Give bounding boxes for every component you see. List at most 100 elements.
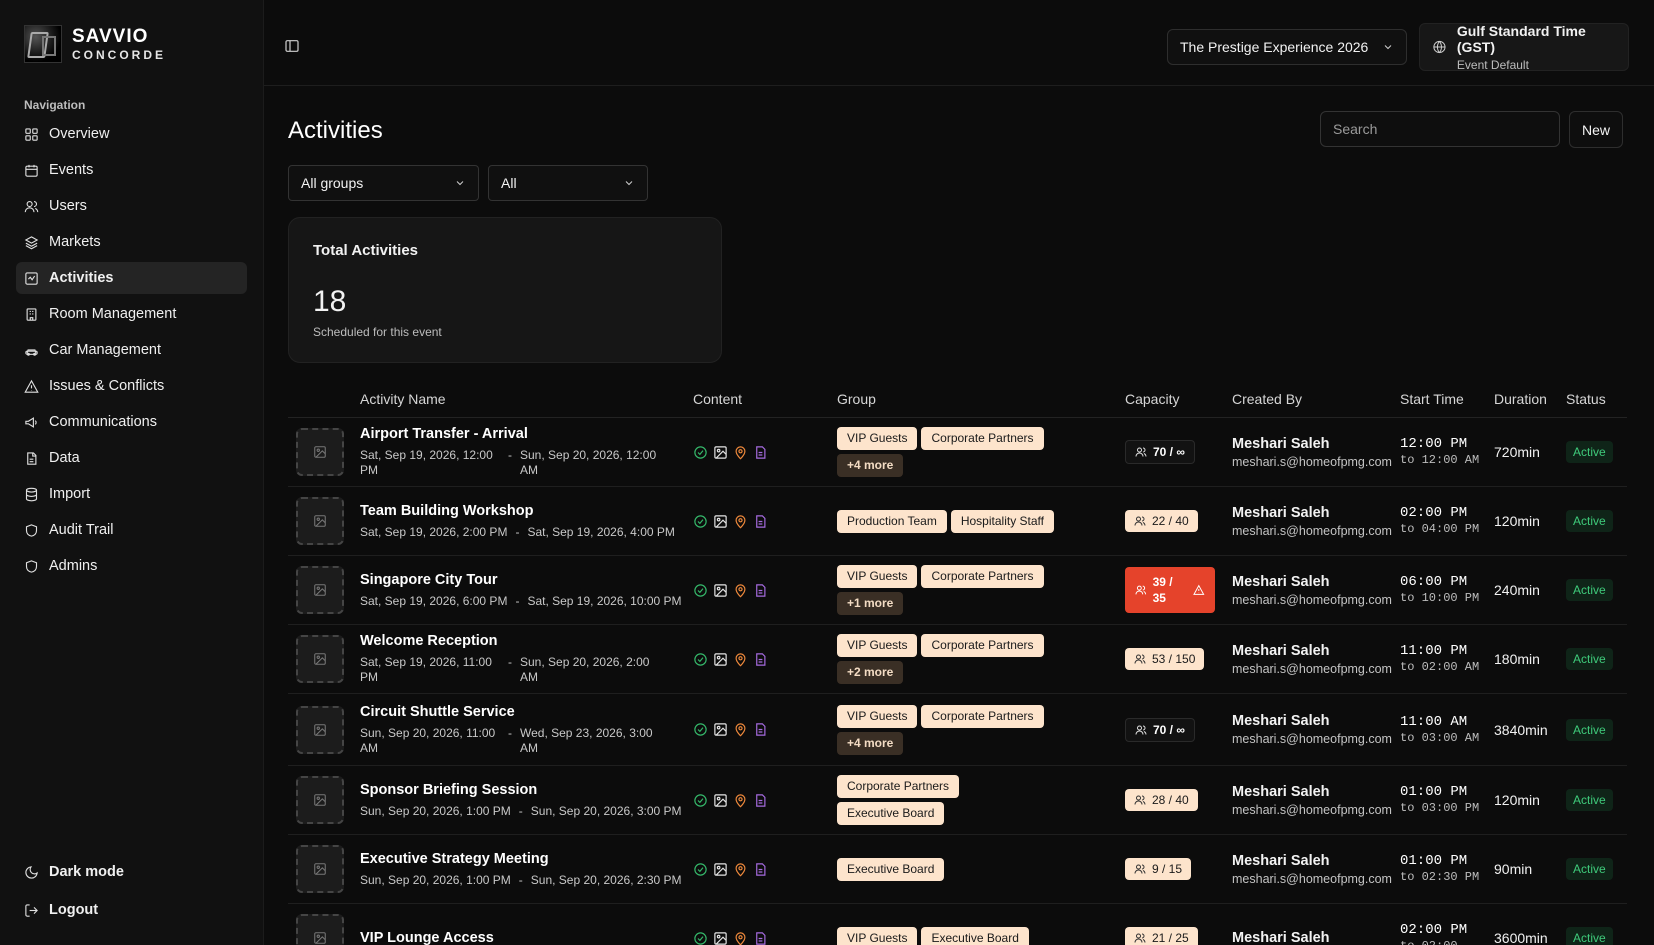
activity-to: Sun, Sep 20, 2026, 2:30 PM — [530, 872, 682, 887]
activity-from: Sun, Sep 20, 2026, 1:00 PM — [360, 803, 511, 818]
sidebar-item-label: Import — [49, 486, 91, 502]
activity-name[interactable]: Executive Strategy Meeting — [360, 851, 693, 867]
sidebar-item-car-management[interactable]: Car Management — [16, 334, 247, 366]
more-groups-button[interactable]: +2 more — [837, 661, 904, 684]
sidebar-item-audit-trail[interactable]: Audit Trail — [16, 514, 247, 546]
sidebar-item-label: Users — [49, 198, 87, 214]
table-row[interactable]: Circuit Shuttle Service Sun, Sep 20, 2026… — [288, 694, 1627, 766]
sidebar-item-users[interactable]: Users — [16, 190, 247, 222]
table-row[interactable]: VIP Lounge Access VIP Guests Executive Boa… — [288, 904, 1627, 945]
image-placeholder-icon — [314, 515, 326, 527]
check-circle-icon — [694, 583, 707, 597]
creator-name: Meshari Saleh — [1232, 930, 1330, 945]
activity-thumbnail[interactable] — [296, 497, 344, 545]
new-button[interactable]: New — [1569, 111, 1623, 148]
image-icon — [714, 514, 727, 528]
date-separator: - — [508, 725, 512, 740]
start-time: 12:00 PM — [1400, 436, 1468, 452]
activity-thumbnail[interactable] — [296, 776, 344, 824]
sidebar-item-overview[interactable]: Overview — [16, 118, 247, 150]
table-row[interactable]: Sponsor Briefing Session Sun, Sep 20, 202… — [288, 766, 1627, 835]
event-select-value: The Prestige Experience 2026 — [1180, 39, 1369, 55]
sidebar-item-room-management[interactable]: Room Management — [16, 298, 247, 330]
sidebar-toggle-button[interactable] — [284, 38, 300, 54]
content-icons — [693, 931, 837, 945]
group-tags: VIP Guests Corporate Partners +4 more — [837, 704, 1067, 755]
activity-name[interactable]: VIP Lounge Access — [360, 930, 693, 945]
activity-thumbnail[interactable] — [296, 705, 344, 754]
sidebar-item-issues-conflicts[interactable]: Issues & Conflicts — [16, 370, 247, 402]
more-groups-button[interactable]: +1 more — [837, 592, 904, 615]
activity-name[interactable]: Circuit Shuttle Service — [360, 704, 693, 720]
table-row[interactable]: Team Building Workshop Sat, Sep 19, 2026,… — [288, 487, 1627, 556]
content-icons — [693, 583, 837, 598]
panel-left-icon — [285, 40, 299, 52]
sidebar-item-label: Admins — [49, 558, 98, 574]
group-tag: Corporate Partners — [921, 634, 1044, 657]
check-circle-icon — [694, 793, 707, 807]
header-capacity[interactable]: Capacity — [1125, 391, 1232, 407]
timezone-selector[interactable]: Gulf Standard Time (GST) Event Default — [1419, 23, 1629, 72]
activity-name[interactable]: Team Building Workshop — [360, 503, 693, 519]
date-separator: - — [508, 448, 512, 462]
activity-name[interactable]: Sponsor Briefing Session — [360, 782, 693, 798]
header-duration[interactable]: Duration — [1494, 391, 1566, 407]
stat-title: Total Activities — [313, 242, 419, 259]
activity-name[interactable]: Singapore City Tour — [360, 572, 693, 588]
activity-name[interactable]: Welcome Reception — [360, 633, 693, 649]
nav-list: Overview Events Users Markets Activities Room… — [16, 118, 247, 582]
sidebar-item-admins[interactable]: Admins — [16, 550, 247, 582]
end-time: to 04:00 PM — [1400, 522, 1480, 536]
sidebar-item-activities[interactable]: Activities — [16, 262, 247, 294]
header-status[interactable]: Status — [1566, 391, 1627, 407]
duration: 120min — [1494, 792, 1540, 808]
search-input[interactable] — [1320, 111, 1560, 147]
sidebar-item-communications[interactable]: Communications — [16, 406, 247, 438]
sidebar-item-label: Car Management — [49, 342, 162, 358]
sidebar-item-markets[interactable]: Markets — [16, 226, 247, 258]
activity-from: Sun, Sep 20, 2026, 11:00 AM — [360, 725, 496, 755]
image-icon — [714, 583, 727, 597]
image-icon — [714, 793, 727, 807]
header-activity-name[interactable]: Activity Name — [360, 391, 693, 407]
table-row[interactable]: Airport Transfer - Arrival Sat, Sep 19, 2… — [288, 418, 1627, 487]
chevron-down-icon — [1384, 45, 1392, 50]
header-start-time[interactable]: Start Time — [1400, 391, 1494, 407]
date-separator: - — [508, 655, 512, 669]
main-content: The Prestige Experience 2026 Gulf Standa… — [264, 0, 1654, 945]
header-created-by[interactable]: Created By — [1232, 391, 1400, 407]
activity-thumbnail[interactable] — [296, 428, 344, 476]
group-tags: VIP Guests Corporate Partners +4 more — [837, 427, 1067, 477]
end-time: to 02:00 AM — [1400, 660, 1480, 674]
calendar-icon — [25, 164, 38, 177]
event-select[interactable]: The Prestige Experience 2026 — [1167, 29, 1407, 65]
activity-thumbnail[interactable] — [296, 845, 344, 893]
activity-to: Sun, Sep 20, 2026, 3:00 PM — [530, 803, 682, 818]
sidebar-item-data[interactable]: Data — [16, 442, 247, 474]
logout-button[interactable]: Logout — [16, 893, 247, 927]
brand-logo[interactable]: SAVVIO CONCORDE — [16, 0, 247, 88]
activity-name[interactable]: Airport Transfer - Arrival — [360, 426, 693, 442]
more-groups-button[interactable]: +4 more — [837, 731, 904, 755]
capacity-value: 70 / ∞ — [1153, 722, 1185, 737]
creator-email: meshari.s@homeofpmg.com — [1232, 732, 1392, 746]
group-tags: Production Team Hospitality Staff — [837, 509, 1067, 533]
activity-thumbnail[interactable] — [296, 914, 344, 945]
car-icon — [25, 348, 38, 356]
status-filter-select[interactable]: All — [488, 165, 648, 201]
activity-dates: Sun, Sep 20, 2026, 1:00 PM - Sun, Sep 20, … — [360, 873, 693, 888]
sidebar-item-import[interactable]: Import — [16, 478, 247, 510]
table-row[interactable]: Welcome Reception Sat, Sep 19, 2026, 11:0… — [288, 625, 1627, 694]
table-row[interactable]: Singapore City Tour Sat, Sep 19, 2026, 6:… — [288, 556, 1627, 625]
group-filter-select[interactable]: All groups — [288, 165, 479, 201]
sidebar-item-label: Activities — [49, 270, 114, 286]
activity-thumbnail[interactable] — [296, 635, 344, 683]
users-icon — [1134, 654, 1146, 664]
group-tags: VIP Guests Corporate Partners +1 more — [837, 565, 1067, 615]
image-icon — [714, 652, 727, 666]
sidebar-item-events[interactable]: Events — [16, 154, 247, 186]
activity-thumbnail[interactable] — [296, 566, 344, 614]
table-row[interactable]: Executive Strategy Meeting Sun, Sep 20, 2… — [288, 835, 1627, 904]
more-groups-button[interactable]: +4 more — [837, 454, 904, 477]
dark-mode-toggle[interactable]: Dark mode — [16, 855, 247, 889]
